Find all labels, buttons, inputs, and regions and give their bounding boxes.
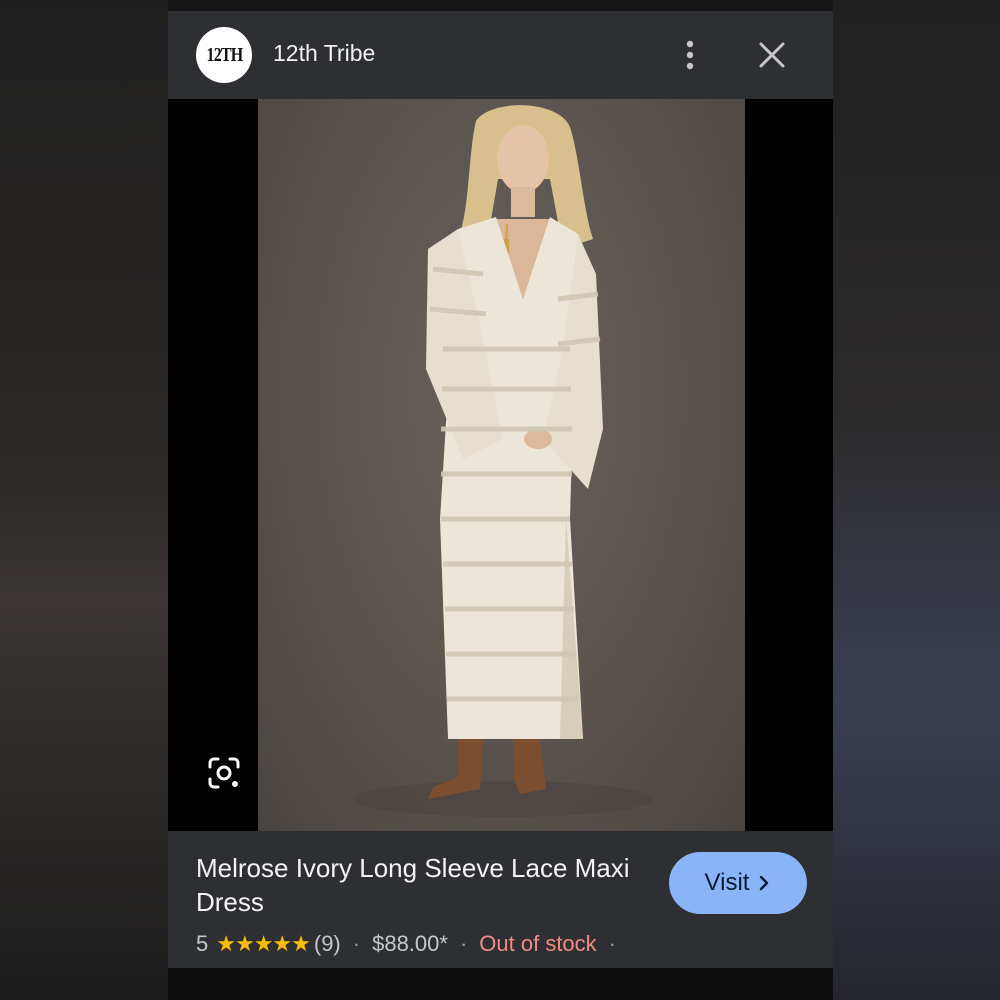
top-bar [168,0,833,11]
model-illustration [353,105,653,817]
visit-button-label: Visit [704,869,750,896]
brand-logo-text: 12TH [206,43,243,66]
product-title[interactable]: Melrose Ivory Long Sleeve Lace Maxi Dres… [196,851,636,919]
brand-logo[interactable]: 12TH [196,27,252,83]
price: $88.00* [372,931,448,956]
product-preview-panel: 12TH 12th Tribe Melrose Ivory Long Sleev… [168,11,833,968]
separator-dot: · [459,931,468,956]
visit-button[interactable]: Visit [669,852,807,914]
review-count: (9) [313,931,341,956]
product-photo[interactable] [258,99,745,831]
separator-dot: · [352,931,361,956]
bottom-bar [168,968,833,1000]
product-image-area [168,99,833,831]
blurred-background-right [833,0,1000,1000]
more-vertical-icon[interactable] [680,39,700,71]
product-info-section: Melrose Ivory Long Sleeve Lace Maxi Dres… [168,831,833,968]
blurred-background-left [0,0,168,1000]
panel-header: 12TH 12th Tribe [168,11,833,99]
stock-status: Out of stock [479,931,597,956]
rating-value: 5 [196,931,209,956]
brand-name[interactable]: 12th Tribe [273,40,375,67]
star-rating-icon: ★★★★★ [216,931,311,956]
separator-dot: · [608,931,616,956]
google-lens-icon[interactable] [206,755,242,791]
close-icon[interactable] [756,39,788,71]
product-meta-row: 5 ★★★★★ (9) · $88.00* · Out of stock · [196,931,628,957]
chevron-right-icon [760,875,769,891]
